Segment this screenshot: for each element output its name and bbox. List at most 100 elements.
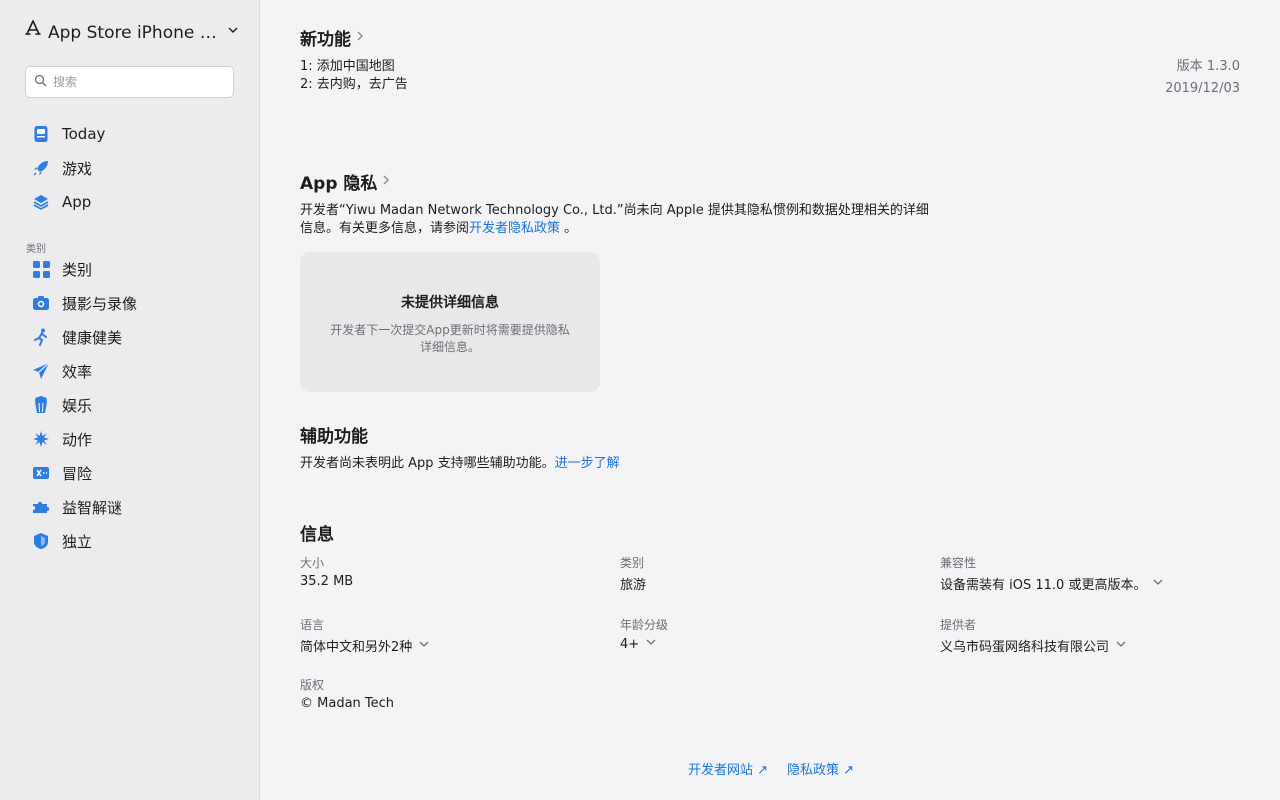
- chevron-down-icon: [227, 21, 239, 41]
- sidebar-item-games[interactable]: 游戏: [24, 151, 244, 185]
- category-label: 类别: [620, 556, 645, 570]
- age-rating-value-text: 4+: [620, 636, 640, 652]
- search-icon: [34, 74, 47, 91]
- compatibility-value[interactable]: 设备需装有 iOS 11.0 或更高版本。: [940, 574, 1164, 593]
- privacy-card-description: 开发者下一次提交App更新时将需要提供隐私详细信息。: [330, 323, 570, 354]
- provider-value[interactable]: 义乌市码蛋网络科技有限公司: [940, 636, 1127, 655]
- today-icon: [32, 125, 50, 143]
- store-switcher[interactable]: App Store iPhone 专...: [24, 18, 239, 43]
- privacy-card-title: 未提供详细信息: [401, 295, 499, 311]
- sidebar-item-entertainment[interactable]: 娱乐: [24, 388, 244, 422]
- sidebar-item-label: 效率: [62, 362, 93, 381]
- sidebar-item-label: 冒险: [62, 464, 93, 483]
- privacy-text-line-1: 开发者“Yiwu Madan Network Technology Co., L…: [300, 203, 929, 218]
- language-value-text: 简体中文和另外2种: [300, 640, 413, 655]
- privacy-title: App 隐私: [300, 174, 378, 194]
- sidebar-item-adventure[interactable]: 冒险: [24, 456, 244, 490]
- privacy-details-card: 未提供详细信息 开发者下一次提交App更新时将需要提供隐私详细信息。: [300, 252, 600, 392]
- sidebar-item-health-fitness[interactable]: 健康健美: [24, 320, 244, 354]
- developer-website-link[interactable]: 开发者网站 ↗: [688, 759, 768, 778]
- search-input[interactable]: [53, 75, 223, 89]
- copyright-value-text: © Madan Tech: [300, 696, 395, 711]
- running-figure-icon: [32, 328, 50, 346]
- sidebar-item-label: Today: [62, 125, 106, 143]
- learn-more-link[interactable]: 进一步了解: [555, 456, 620, 471]
- app-store-icon: [24, 19, 42, 42]
- category-value-text: 旅游: [620, 578, 647, 593]
- camera-icon: [32, 294, 50, 312]
- age-rating-label: 年龄分级: [620, 618, 669, 632]
- search-box[interactable]: [25, 66, 234, 98]
- sidebar-item-label: 独立: [62, 532, 93, 551]
- information-title: 信息: [300, 525, 334, 545]
- category-value: 旅游: [620, 574, 646, 593]
- compatibility-value-text: 设备需装有 iOS 11.0 或更高版本。: [940, 578, 1147, 593]
- popcorn-icon: [32, 396, 50, 414]
- accessibility-description: 开发者尚未表明此 App 支持哪些辅助功能。: [300, 456, 555, 471]
- burst-icon: [32, 430, 50, 448]
- shield-icon: [32, 532, 50, 550]
- store-title: App Store iPhone 专...: [48, 23, 221, 43]
- copyright-value: © Madan Tech: [300, 696, 394, 711]
- privacy-text-line-2: 信息。有关更多信息，请参阅开发者隐私政策 。: [300, 220, 577, 238]
- sidebar-item-action[interactable]: 动作: [24, 422, 244, 456]
- version-label: 版本 1.3.0: [1176, 59, 1240, 74]
- information-heading: 信息: [300, 520, 334, 545]
- sidebar-item-categories[interactable]: 类别: [24, 252, 244, 286]
- release-date: 2019/12/03: [1165, 81, 1240, 96]
- copyright-label: 版权: [300, 678, 325, 692]
- size-value: 35.2 MB: [300, 574, 353, 589]
- whats-new-line-1: 1: 添加中国地图: [300, 59, 395, 74]
- chevron-right-icon: [355, 30, 365, 46]
- age-rating-value[interactable]: 4+: [620, 636, 657, 652]
- provider-label: 提供者: [940, 618, 977, 632]
- sidebar-item-label: 摄影与录像: [62, 294, 138, 313]
- whats-new-heading[interactable]: 新功能: [300, 25, 365, 50]
- primary-nav: Today 游戏 App: [24, 117, 244, 219]
- sidebar-item-photo-video[interactable]: 摄影与录像: [24, 286, 244, 320]
- whats-new-title: 新功能: [300, 30, 351, 50]
- accessibility-heading: 辅助功能: [300, 422, 368, 447]
- sidebar-item-label: 健康健美: [62, 328, 123, 347]
- chevron-down-icon: [1115, 638, 1127, 654]
- whats-new-line-2: 2: 去内购，去广告: [300, 77, 408, 92]
- grid-icon: [32, 260, 50, 278]
- sidebar-item-label: 类别: [62, 260, 93, 279]
- sidebar-item-label: 娱乐: [62, 396, 93, 415]
- sidebar-item-label: 益智解谜: [62, 498, 123, 517]
- category-nav: 类别 摄影与录像 健康健美 效率 娱乐 动作 冒险 益智解谜 独立: [24, 252, 244, 558]
- sidebar-item-indie[interactable]: 独立: [24, 524, 244, 558]
- treasure-map-icon: [32, 464, 50, 482]
- provider-value-text: 义乌市码蛋网络科技有限公司: [940, 640, 1110, 655]
- language-value[interactable]: 简体中文和另外2种: [300, 636, 430, 655]
- language-label: 语言: [300, 618, 325, 632]
- size-value-text: 35.2 MB: [300, 574, 354, 589]
- paper-plane-icon: [32, 362, 50, 380]
- main-content: 新功能 1: 添加中国地图 2: 去内购，去广告 版本 1.3.0 2019/1…: [260, 0, 1280, 800]
- accessibility-title: 辅助功能: [300, 427, 368, 447]
- sidebar-item-today[interactable]: Today: [24, 117, 244, 151]
- app-window: App Store iPhone 专... Today 游戏: [0, 0, 1280, 800]
- compatibility-label: 兼容性: [940, 556, 977, 570]
- chevron-right-icon: [381, 174, 391, 190]
- sidebar-item-label: 游戏: [62, 159, 93, 178]
- size-label: 大小: [300, 556, 325, 570]
- layers-icon: [32, 193, 50, 211]
- privacy-text-suffix: 。: [560, 221, 578, 236]
- sidebar-item-label: 动作: [62, 430, 93, 449]
- developer-privacy-policy-link[interactable]: 开发者隐私政策: [469, 221, 560, 236]
- privacy-policy-link[interactable]: 隐私政策 ↗: [787, 759, 854, 778]
- sidebar-item-puzzle[interactable]: 益智解谜: [24, 490, 244, 524]
- privacy-heading[interactable]: App 隐私: [300, 169, 391, 194]
- chevron-down-icon: [645, 636, 657, 652]
- sidebar-item-label: App: [62, 193, 92, 211]
- sidebar: App Store iPhone 专... Today 游戏: [0, 0, 260, 800]
- rocket-icon: [32, 159, 50, 177]
- sidebar-item-productivity[interactable]: 效率: [24, 354, 244, 388]
- chevron-down-icon: [418, 638, 430, 654]
- chevron-down-icon: [1152, 576, 1164, 592]
- sidebar-item-apps[interactable]: App: [24, 185, 244, 219]
- accessibility-text: 开发者尚未表明此 App 支持哪些辅助功能。进一步了解: [300, 455, 620, 473]
- puzzle-piece-icon: [32, 498, 50, 516]
- privacy-text-prefix: 信息。有关更多信息，请参阅: [300, 221, 470, 236]
